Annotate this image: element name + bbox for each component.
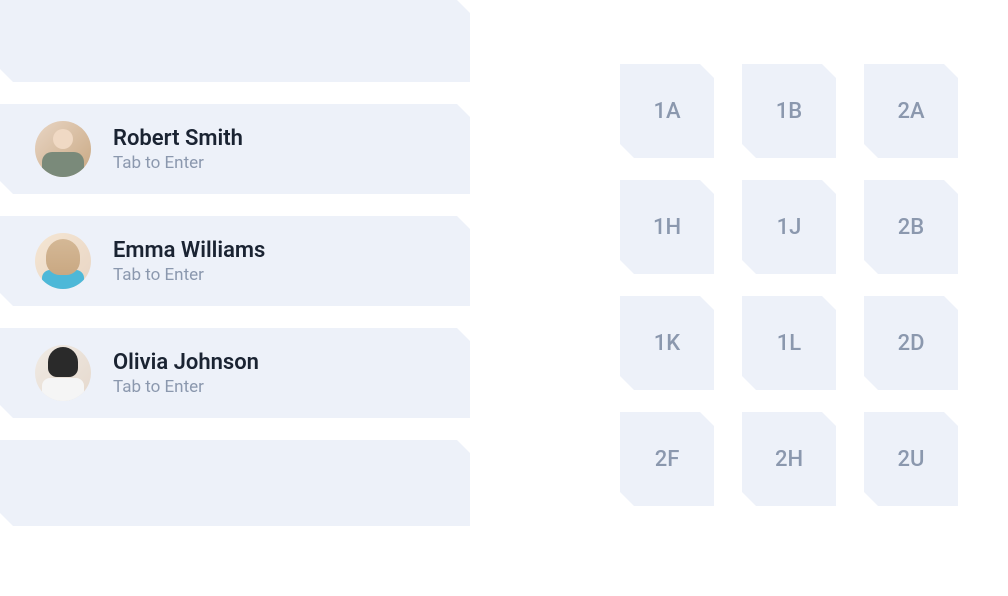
person-card[interactable]: Robert Smith Tab to Enter	[0, 104, 470, 194]
person-name: Emma Williams	[113, 238, 265, 263]
person-hint: Tab to Enter	[113, 153, 243, 173]
grid-item[interactable]: 2F	[620, 412, 714, 506]
empty-card-top	[0, 0, 470, 82]
grid-item[interactable]: 2D	[864, 296, 958, 390]
empty-card-bottom	[0, 440, 470, 526]
person-hint: Tab to Enter	[113, 377, 259, 397]
grid-item[interactable]: 1J	[742, 180, 836, 274]
grid-item[interactable]: 2U	[864, 412, 958, 506]
grid-item[interactable]: 2A	[864, 64, 958, 158]
grid-item[interactable]: 1H	[620, 180, 714, 274]
person-card[interactable]: Emma Williams Tab to Enter	[0, 216, 470, 306]
grid-item[interactable]: 2B	[864, 180, 958, 274]
grid-item[interactable]: 1B	[742, 64, 836, 158]
avatar	[35, 121, 91, 177]
grid-panel: 1A 1B 2A 1H 1J 2B 1K 1L 2D 2F 2H 2U	[490, 0, 958, 596]
person-info: Robert Smith Tab to Enter	[113, 126, 243, 173]
person-info: Olivia Johnson Tab to Enter	[113, 350, 259, 397]
avatar	[35, 233, 91, 289]
person-info: Emma Williams Tab to Enter	[113, 238, 265, 285]
people-list: Robert Smith Tab to Enter Emma Williams …	[0, 0, 490, 596]
selection-grid: 1A 1B 2A 1H 1J 2B 1K 1L 2D 2F 2H 2U	[620, 64, 958, 506]
avatar	[35, 345, 91, 401]
grid-item[interactable]: 1A	[620, 64, 714, 158]
grid-item[interactable]: 2H	[742, 412, 836, 506]
person-card[interactable]: Olivia Johnson Tab to Enter	[0, 328, 470, 418]
grid-item[interactable]: 1L	[742, 296, 836, 390]
person-name: Olivia Johnson	[113, 350, 259, 375]
grid-item[interactable]: 1K	[620, 296, 714, 390]
person-hint: Tab to Enter	[113, 265, 265, 285]
person-name: Robert Smith	[113, 126, 243, 151]
